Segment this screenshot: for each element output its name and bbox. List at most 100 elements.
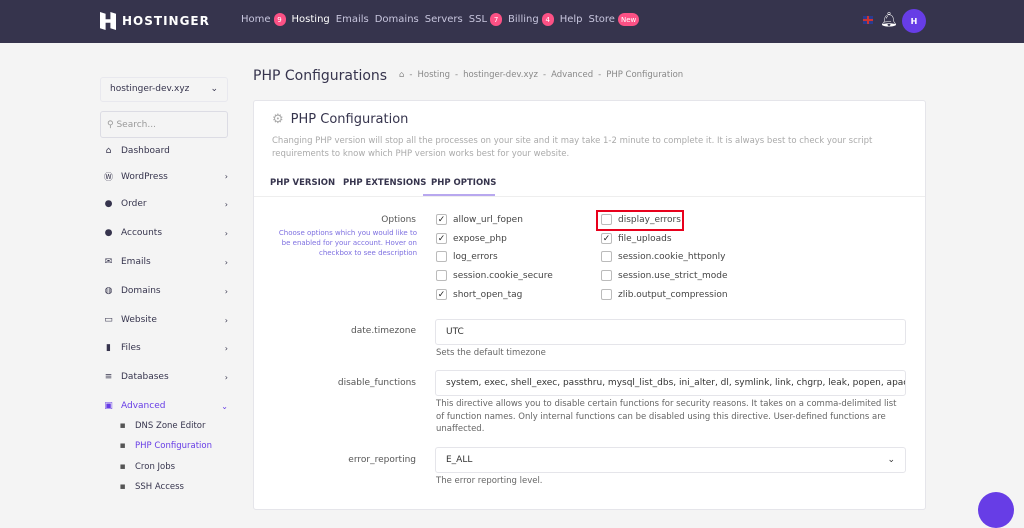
chevron-right-icon: › — [224, 372, 228, 382]
breadcrumb-item[interactable]: Hosting — [417, 70, 450, 80]
sidebar-item-databases[interactable]: ≡ Databases › — [103, 372, 228, 382]
sidebar-item-domains[interactable]: ◍ Domains › — [103, 286, 228, 296]
checkbox[interactable] — [436, 270, 447, 281]
search-placeholder: Search... — [116, 120, 156, 130]
nav-store[interactable]: Store New — [589, 13, 640, 26]
subitem-icon: ▪ — [119, 441, 126, 451]
chevron-right-icon: › — [224, 343, 228, 353]
sidebar-search-input[interactable]: ⚲ Search... — [100, 111, 228, 138]
card-title: PHP Configuration — [290, 112, 409, 127]
error-reporting-help: The error reporting level. — [436, 476, 543, 486]
checkbox[interactable]: ✓ — [436, 214, 447, 225]
sidebar-subitem[interactable]: ▪ SSH Access — [117, 482, 242, 492]
option-file-uploads[interactable]: ✓ file_uploads — [601, 233, 672, 244]
databases-icon: ≡ — [104, 372, 113, 382]
nav-label: Help — [559, 14, 583, 25]
checkbox[interactable] — [601, 251, 612, 262]
page-title: PHP Configurations — [253, 68, 388, 84]
language-flag-icon[interactable] — [863, 16, 873, 24]
domain-select[interactable]: hostinger-dev.xyz ⌄ — [100, 77, 228, 102]
chevron-right-icon: › — [224, 286, 228, 296]
option-label: zlib.output_compression — [618, 289, 728, 300]
timezone-input[interactable]: UTC — [435, 319, 906, 345]
disable-functions-input[interactable]: system, exec, shell_exec, passthru, mysq… — [435, 370, 906, 396]
domains-icon: ◍ — [104, 286, 113, 296]
sidebar-item-order[interactable]: ● Order › — [103, 199, 228, 209]
sidebar-item-label: Website — [121, 315, 157, 325]
nav-label: Servers — [424, 14, 463, 25]
sidebar-item-dashboard[interactable]: ⌂ Dashboard — [103, 146, 228, 156]
sidebar-item-emails[interactable]: ✉ Emails › — [103, 257, 228, 267]
timezone-label: date.timezone — [351, 326, 416, 336]
chat-button[interactable] — [978, 492, 1014, 528]
error-reporting-label: error_reporting — [348, 455, 416, 465]
sidebar-item-website[interactable]: ▭ Website › — [103, 315, 228, 325]
sidebar-item-files[interactable]: ▮ Files › — [103, 343, 228, 353]
options-label: Options — [381, 215, 416, 225]
sidebar-item-label: Files — [121, 343, 141, 353]
nav-billing[interactable]: Billing 4 — [508, 13, 554, 26]
sidebar-subitem[interactable]: ▪ DNS Zone Editor — [117, 421, 242, 431]
nav-domains[interactable]: Domains — [375, 14, 419, 25]
disable-functions-label: disable_functions — [337, 378, 416, 388]
sidebar-subitem[interactable]: ▪ PHP Configuration — [117, 441, 242, 451]
tab-php-extensions[interactable]: PHP EXTENSIONS — [343, 178, 426, 188]
sidebar-item-accounts[interactable]: ● Accounts › — [103, 228, 228, 238]
sidebar-item-label: Domains — [121, 286, 161, 296]
error-reporting-select[interactable]: E_ALL ⌄ — [435, 447, 906, 473]
nav-label: Emails — [335, 14, 369, 25]
wordpress-icon: Ⓦ — [103, 173, 113, 183]
accounts-icon: ● — [104, 228, 113, 238]
bell-icon[interactable]: 🔔︎ — [880, 12, 898, 28]
option-label: short_open_tag — [453, 289, 523, 300]
nav-home[interactable]: Home 9 — [241, 13, 286, 26]
option-label: session.cookie_httponly — [618, 251, 726, 262]
nav-hosting[interactable]: Hosting — [292, 14, 330, 25]
option-session-cookie-httponly[interactable]: session.cookie_httponly — [601, 251, 725, 262]
sidebar-subitem-label: SSH Access — [135, 482, 184, 492]
avatar[interactable]: H — [902, 9, 926, 33]
breadcrumb-item[interactable]: hostinger-dev.xyz — [463, 70, 538, 80]
tab-php-version[interactable]: PHP VERSION — [270, 178, 335, 188]
advanced-icon: ▣ — [104, 401, 113, 411]
option-zlib-output-compression[interactable]: zlib.output_compression — [601, 289, 728, 300]
option-allow-url-fopen[interactable]: ✓ allow_url_fopen — [436, 214, 523, 225]
chevron-right-icon: › — [224, 228, 228, 238]
highlight-box — [596, 210, 684, 231]
checkbox[interactable] — [436, 251, 447, 262]
brand-name: HOSTINGER — [122, 14, 210, 28]
checkbox[interactable] — [601, 270, 612, 281]
nav-label: Store — [588, 14, 615, 25]
chevron-right-icon: › — [224, 199, 228, 209]
disable-functions-help: This directive allows you to disable cer… — [436, 399, 897, 434]
nav-help[interactable]: Help — [560, 14, 583, 25]
option-session-use-strict-mode[interactable]: session.use_strict_mode — [601, 270, 728, 281]
option-session-cookie-secure[interactable]: session.cookie_secure — [436, 270, 553, 281]
option-label: session.use_strict_mode — [618, 270, 728, 281]
nav-label: SSL — [468, 14, 488, 25]
checkbox[interactable]: ✓ — [601, 233, 612, 244]
option-short-open-tag[interactable]: ✓ short_open_tag — [436, 289, 522, 300]
dashboard-icon: ⌂ — [105, 146, 112, 156]
checkbox[interactable]: ✓ — [436, 289, 447, 300]
hostinger-logo[interactable]: HOSTINGER — [100, 12, 210, 30]
nav-emails[interactable]: Emails — [336, 14, 369, 25]
home-icon[interactable]: ⌂ — [399, 70, 404, 80]
subitem-icon: ▪ — [119, 482, 126, 492]
nav-servers[interactable]: Servers — [425, 14, 463, 25]
sidebar-item-label: Accounts — [121, 228, 163, 238]
option-expose-php[interactable]: ✓ expose_php — [436, 233, 507, 244]
sidebar-item-advanced[interactable]: ▣ Advanced ⌄ — [103, 401, 228, 411]
tab-php-options[interactable]: PHP OPTIONS — [431, 178, 496, 188]
checkbox[interactable] — [601, 289, 612, 300]
option-log-errors[interactable]: log_errors — [436, 251, 498, 262]
sidebar-subitem[interactable]: ▪ Cron Jobs — [117, 462, 242, 472]
sidebar-item-wordpress[interactable]: Ⓦ WordPress › — [103, 170, 228, 184]
nav-label: Billing — [508, 14, 539, 25]
nav-label: Home — [241, 14, 271, 25]
main-nav: Home 9 Hosting Emails Domains Servers SSL 7 Bill… — [241, 13, 640, 26]
breadcrumb-item[interactable]: Advanced — [551, 70, 593, 80]
nav-ssl[interactable]: SSL 7 — [468, 13, 503, 26]
option-label: session.cookie_secure — [453, 270, 553, 281]
checkbox[interactable]: ✓ — [436, 233, 447, 244]
